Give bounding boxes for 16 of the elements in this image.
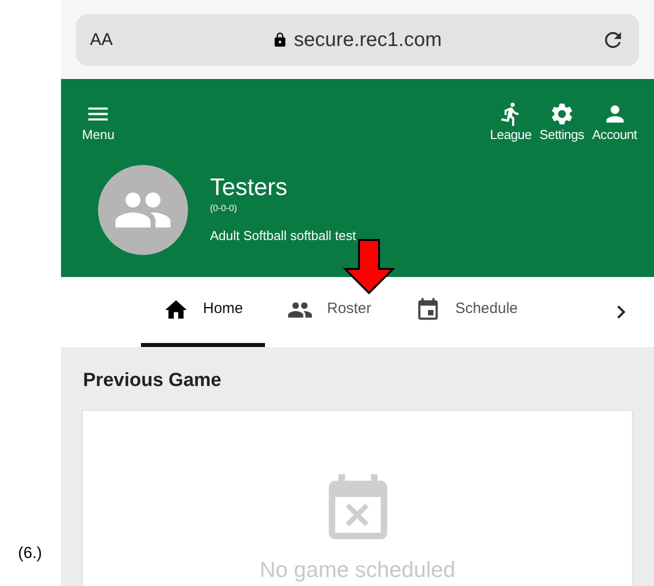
nav-tab[interactable]: Roster (265, 276, 394, 346)
step-caption: (6.) (18, 544, 43, 564)
team-description: Adult Softball softball test (210, 226, 356, 245)
address-bar[interactable]: AA secure.rec1.com (76, 14, 639, 66)
section-title: Previous Game (83, 368, 222, 392)
menu-button[interactable]: Menu (76, 100, 121, 142)
url-text: secure.rec1.com (294, 28, 442, 53)
header-action-button[interactable]: Account (590, 100, 639, 142)
team-record: (0-0-0) (210, 202, 238, 214)
nav-tab[interactable]: Schedule (393, 276, 540, 346)
team-name: Testers (210, 174, 288, 202)
header-action-button[interactable]: League (488, 100, 534, 142)
lock-icon (272, 32, 288, 48)
text-size-button[interactable]: AA (90, 27, 113, 53)
pointer-arrow-drawing (343, 238, 395, 294)
header-action-button[interactable]: Settings (538, 100, 586, 142)
